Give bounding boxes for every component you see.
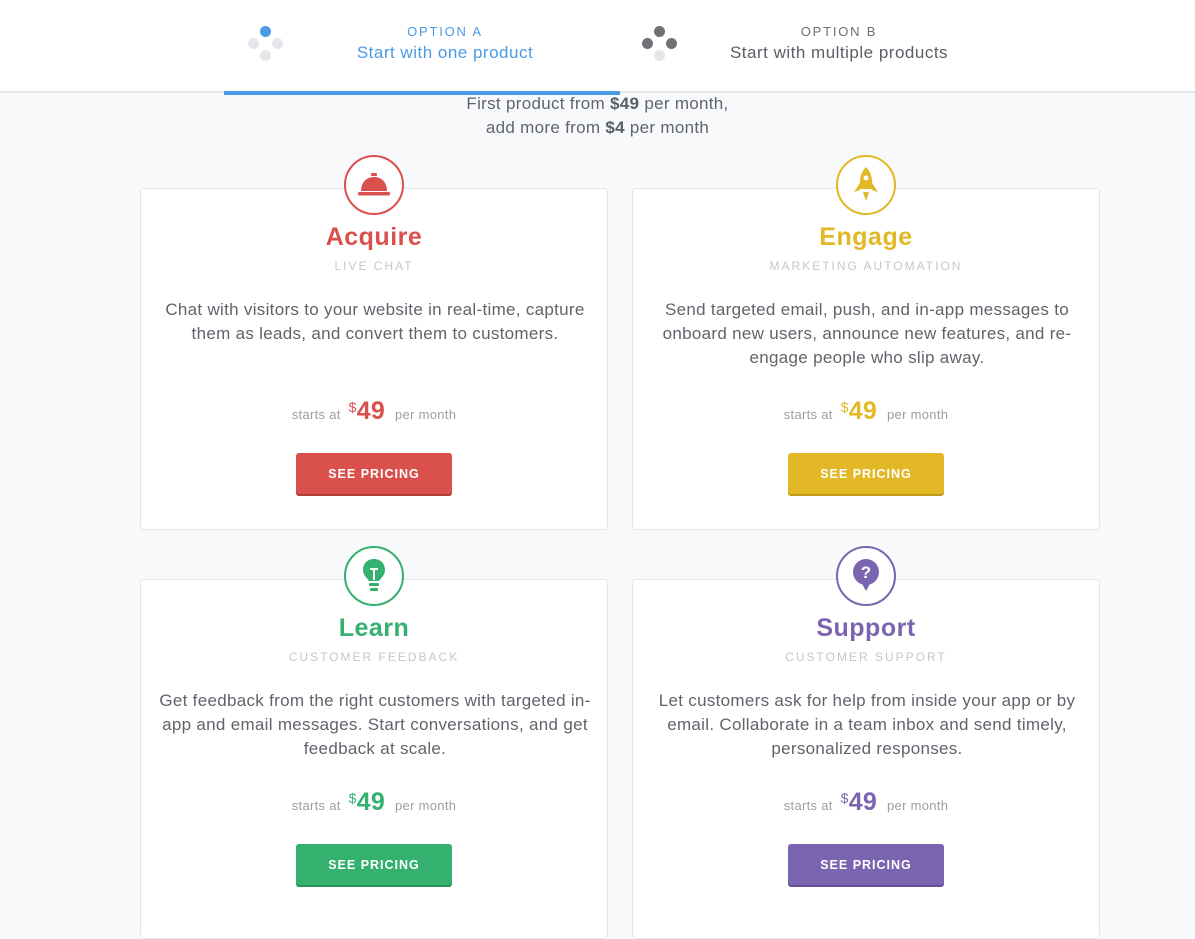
tab-option-a[interactable]: OPTION A Start with one product [224, 0, 620, 95]
product-subtitle: CUSTOMER SUPPORT [785, 650, 947, 664]
product-name: Learn [338, 614, 410, 642]
svg-text:?: ? [861, 563, 871, 582]
product-subtitle: CUSTOMER FEEDBACK [288, 650, 460, 664]
rocket-icon [836, 155, 896, 215]
tab-option-a-title: Start with one product [356, 43, 534, 62]
product-subtitle: LIVE CHAT [334, 259, 414, 273]
product-name: Acquire [325, 223, 423, 251]
first-product-price: $49 [610, 94, 640, 113]
product-description: Let customers ask for help from inside y… [658, 691, 1076, 758]
product-subtitle: MARKETING AUTOMATION [769, 259, 963, 273]
tab-option-b[interactable]: OPTION B Start with multiple products [620, 0, 1016, 93]
product-card-support: ? Support CUSTOMER SUPPORT Let customers… [632, 546, 1100, 939]
multiple-products-dots-icon [640, 25, 680, 65]
product-price: starts at $49 per month [291, 397, 457, 425]
tab-option-a-label: OPTION A [407, 24, 483, 39]
single-product-dots-icon [246, 25, 286, 65]
service-bell-icon [344, 155, 404, 215]
product-description: Get feedback from the right customers wi… [159, 691, 591, 758]
tab-option-b-title: Start with multiple products [729, 43, 949, 62]
tab-option-b-label: OPTION B [800, 24, 878, 39]
additional-product-price: $4 [605, 118, 625, 137]
see-pricing-button-support[interactable]: SEE PRICING [788, 844, 944, 885]
see-pricing-button-engage[interactable]: SEE PRICING [788, 453, 944, 494]
product-name: Engage [819, 223, 913, 251]
product-price: starts at $49 per month [783, 397, 949, 425]
lightbulb-icon [344, 546, 404, 606]
product-price: starts at $49 per month [783, 788, 949, 816]
product-name: Support [816, 614, 916, 642]
product-card-engage: Engage MARKETING AUTOMATION Send targete… [632, 155, 1100, 530]
product-description: Chat with visitors to your website in re… [165, 300, 585, 343]
see-pricing-button-learn[interactable]: SEE PRICING [296, 844, 452, 885]
product-description: Send targeted email, push, and in-app me… [662, 300, 1072, 367]
question-bubble-icon: ? [836, 546, 896, 606]
product-price: starts at $49 per month [291, 788, 457, 816]
option-tabs-bar: OPTION A Start with one product OPTION B… [0, 0, 1195, 95]
pricing-intro: First product from $49 per month, add mo… [466, 94, 729, 137]
product-card-acquire: Acquire LIVE CHAT Chat with visitors to … [140, 155, 608, 530]
product-card-learn: Learn CUSTOMER FEEDBACK Get feedback fro… [140, 546, 608, 939]
see-pricing-button-acquire[interactable]: SEE PRICING [296, 453, 452, 494]
